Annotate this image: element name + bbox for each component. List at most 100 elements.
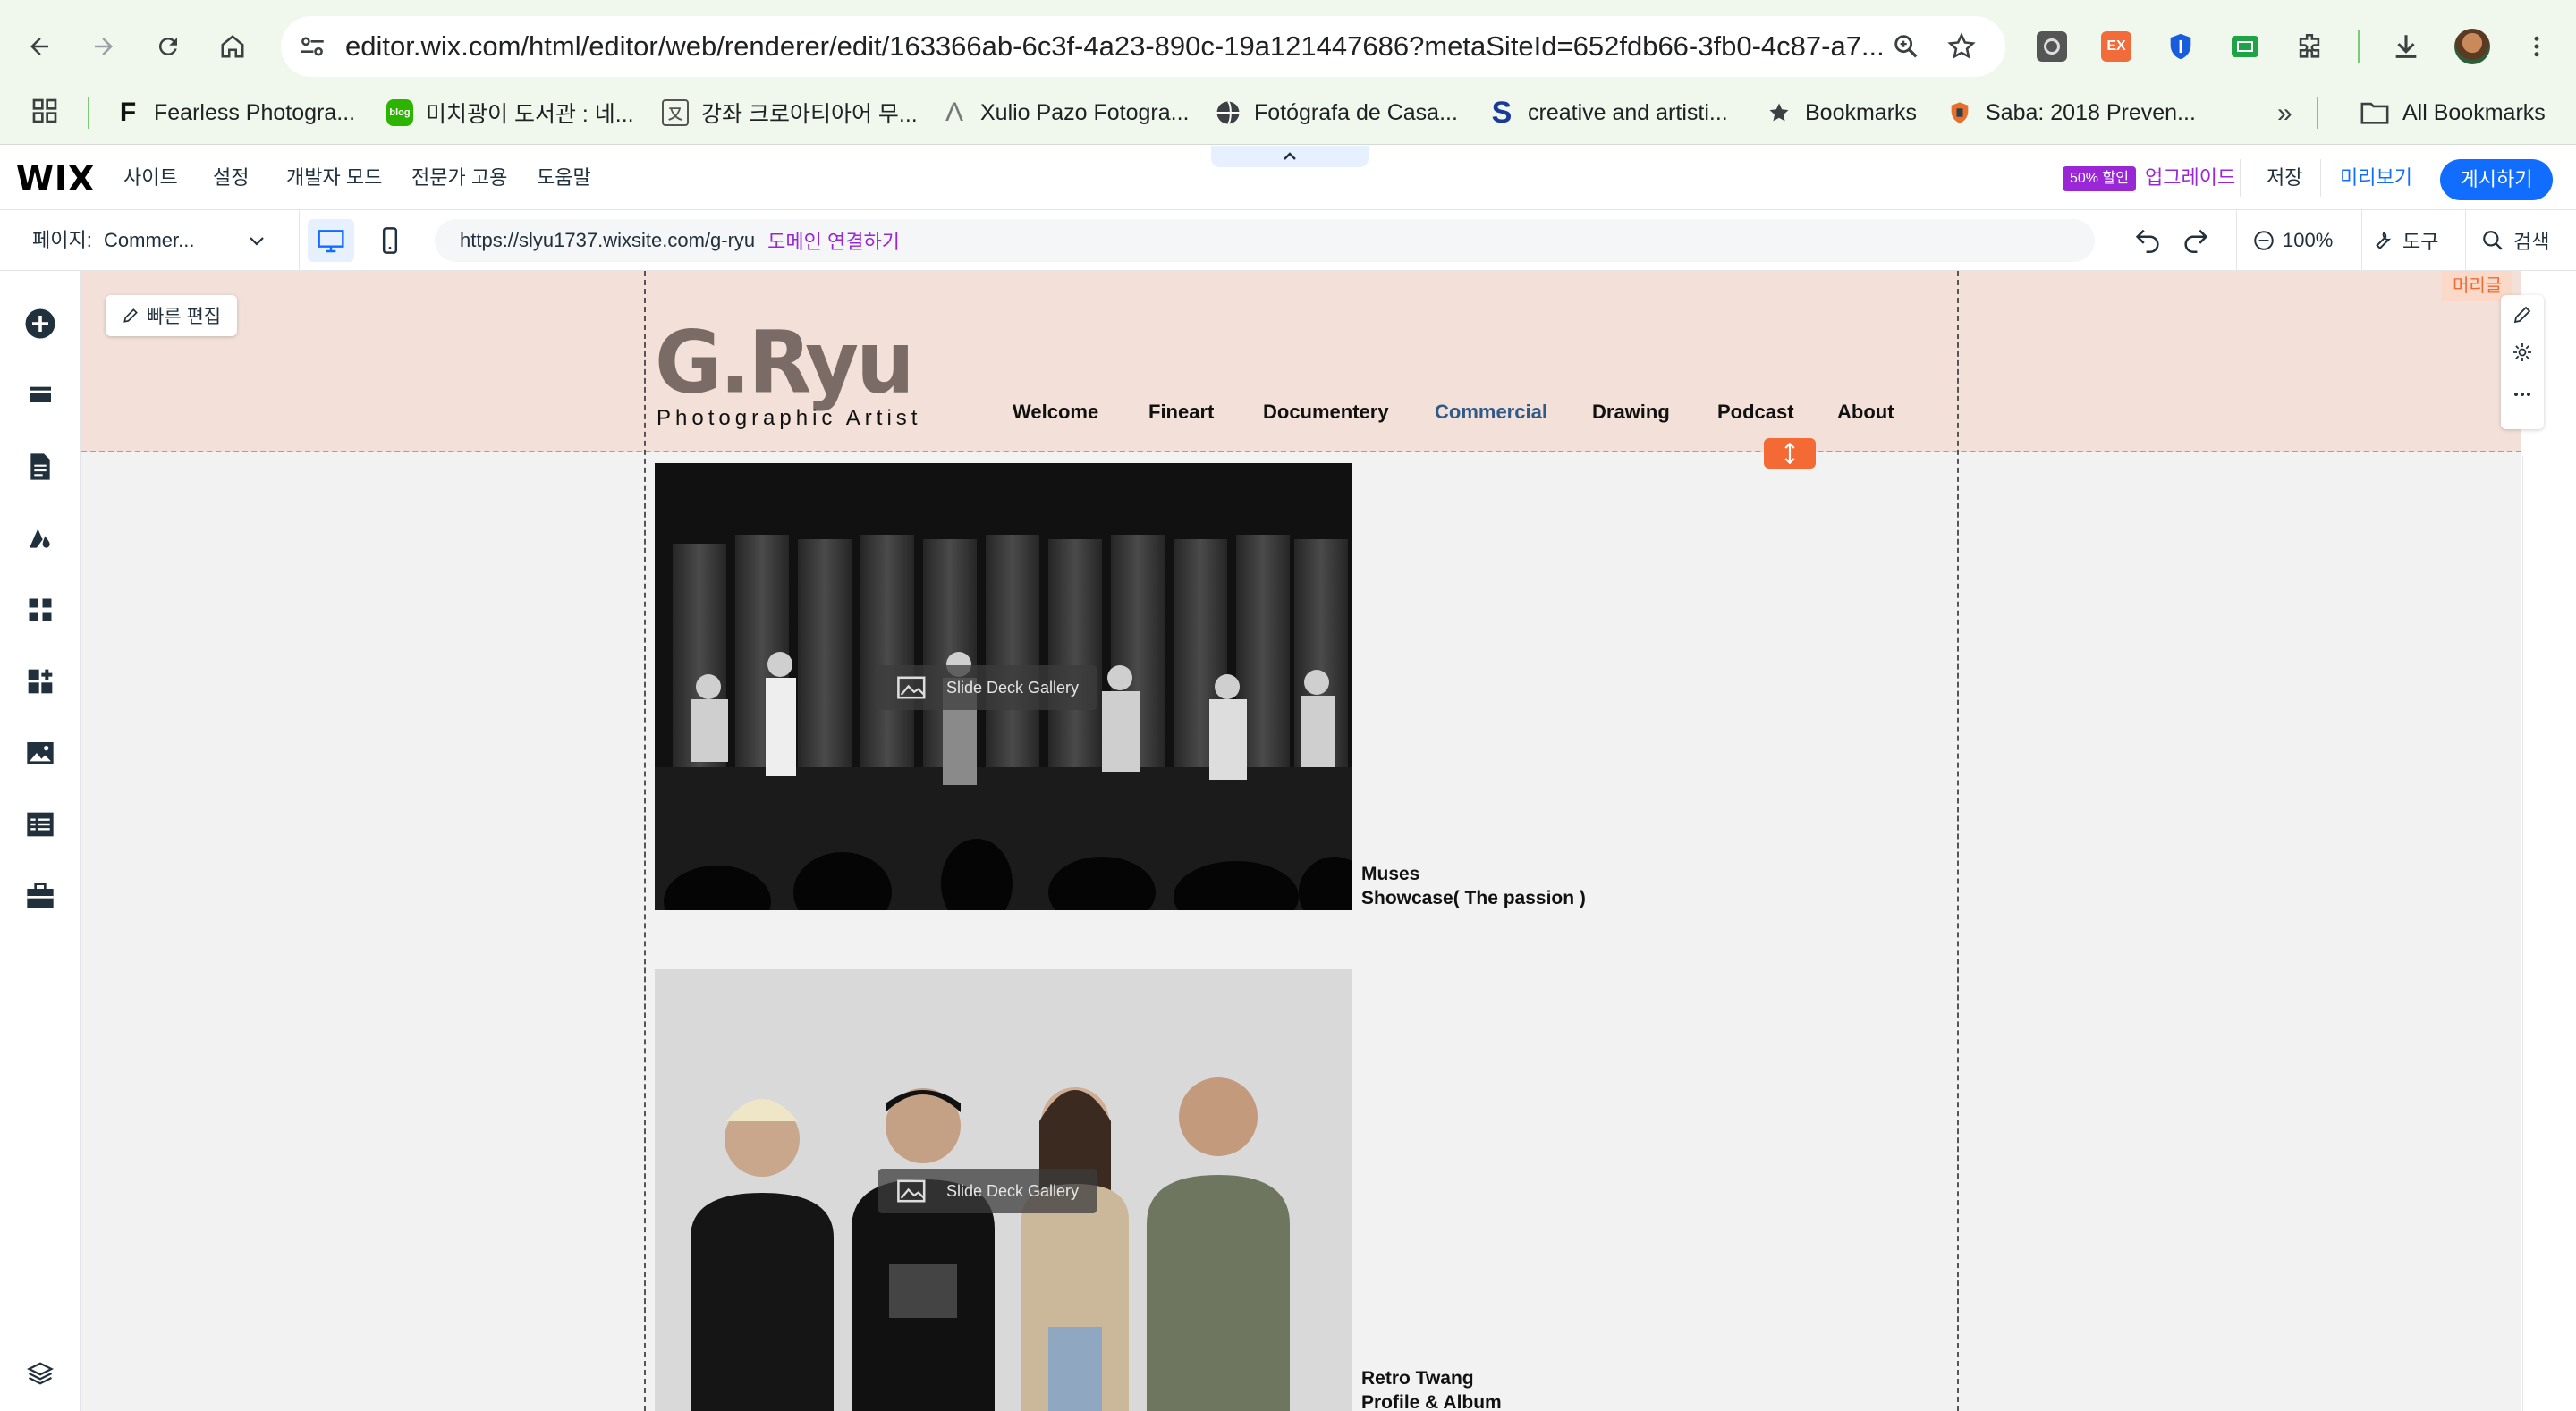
settings-gear-icon[interactable] bbox=[2512, 342, 2533, 363]
desktop-icon bbox=[318, 230, 344, 253]
cms-icon[interactable] bbox=[22, 807, 58, 842]
search-button[interactable]: 검색 bbox=[2481, 210, 2549, 271]
folder-icon bbox=[2360, 99, 2390, 126]
address-bar[interactable]: editor.wix.com/html/editor/web/renderer/… bbox=[281, 16, 2005, 77]
bookmark-4[interactable]: Fotógrafa de Casa... bbox=[1215, 93, 1458, 132]
nav-fineart[interactable]: Fineart bbox=[1148, 398, 1214, 427]
pages-icon[interactable] bbox=[22, 449, 58, 485]
tools-button[interactable]: 도구 bbox=[2370, 210, 2438, 271]
star-bookmark-icon[interactable] bbox=[1946, 31, 1977, 62]
slide-deck-gallery-chip[interactable]: Slide Deck Gallery bbox=[878, 665, 1097, 710]
business-apps-icon[interactable] bbox=[22, 663, 58, 699]
home-icon bbox=[221, 35, 244, 58]
zoom-lens-icon[interactable] bbox=[1891, 31, 1921, 62]
quick-edit-button[interactable]: 빠른 편집 bbox=[106, 295, 238, 336]
home-button[interactable] bbox=[209, 23, 256, 70]
forward-button[interactable] bbox=[80, 23, 127, 70]
profile-avatar-icon[interactable] bbox=[2449, 23, 2496, 70]
content-guide-left bbox=[644, 271, 646, 1411]
extension-1-icon[interactable] bbox=[2029, 23, 2075, 70]
section-resize-handle[interactable] bbox=[1764, 438, 1816, 469]
bookmark-5[interactable]: S creative and artisti... bbox=[1488, 93, 1728, 132]
extensions-puzzle-icon[interactable] bbox=[2286, 23, 2333, 70]
undo-icon[interactable] bbox=[2132, 225, 2163, 256]
preview-button[interactable]: 미리보기 bbox=[2340, 146, 2412, 210]
sub-divider bbox=[2465, 210, 2466, 271]
site-logo[interactable]: G.Ryu bbox=[655, 316, 915, 410]
password-manager-icon[interactable] bbox=[2157, 23, 2204, 70]
bookmark-7[interactable]: Saba: 2018 Preven... bbox=[1946, 93, 2196, 132]
item-1-subtitle[interactable]: Showcase( The passion ) bbox=[1361, 886, 1586, 910]
site-info-icon[interactable] bbox=[297, 31, 327, 62]
bookmark-1[interactable]: blog 미치광이 도서관 : 네... bbox=[386, 93, 634, 132]
menu-hire-expert[interactable]: 전문가 고용 bbox=[411, 146, 507, 210]
slide-deck-gallery-chip[interactable]: Slide Deck Gallery bbox=[878, 1169, 1097, 1213]
save-button[interactable]: 저장 bbox=[2267, 146, 2302, 210]
nav-drawing[interactable]: Drawing bbox=[1592, 398, 1670, 427]
gallery-label: Slide Deck Gallery bbox=[946, 678, 1080, 697]
page-label: 페이지: bbox=[32, 229, 92, 251]
reload-button[interactable] bbox=[145, 23, 191, 70]
top-divider bbox=[2320, 159, 2321, 197]
back-button[interactable] bbox=[16, 23, 63, 70]
nav-documentery[interactable]: Documentery bbox=[1263, 398, 1389, 427]
connect-domain-link[interactable]: 도메인 연결하기 bbox=[767, 226, 900, 255]
zoom-control[interactable]: 100% bbox=[2252, 210, 2333, 271]
edit-pencil-icon[interactable] bbox=[2512, 304, 2533, 325]
nav-commercial[interactable]: Commercial bbox=[1435, 398, 1547, 427]
menu-site[interactable]: 사이트 bbox=[123, 146, 178, 210]
add-elements-icon[interactable] bbox=[22, 306, 58, 342]
bookmark-6[interactable]: Bookmarks bbox=[1766, 93, 1917, 132]
browser-menu-icon[interactable] bbox=[2513, 23, 2560, 70]
nav-about[interactable]: About bbox=[1837, 398, 1894, 427]
publish-button[interactable]: 게시하기 bbox=[2440, 159, 2553, 200]
more-bookmarks-icon[interactable]: » bbox=[2277, 98, 2292, 129]
wix-logo[interactable]: WIX bbox=[16, 159, 95, 199]
portfolio-icon[interactable] bbox=[22, 878, 58, 914]
wrench-icon bbox=[2376, 231, 2392, 250]
bookmark-divider-2 bbox=[2317, 97, 2318, 129]
all-bookmarks-folder[interactable]: All Bookmarks bbox=[2360, 93, 2546, 132]
layers-icon[interactable] bbox=[22, 1356, 58, 1391]
add-section-icon[interactable] bbox=[22, 377, 58, 413]
design-icon[interactable] bbox=[22, 520, 58, 556]
desktop-view-button[interactable] bbox=[308, 219, 354, 262]
green-extension-icon[interactable] bbox=[2222, 23, 2268, 70]
item-1-title[interactable]: Muses bbox=[1361, 862, 1419, 886]
apps-grid-icon[interactable] bbox=[30, 97, 59, 125]
bookmark-0[interactable]: F Fearless Photogra... bbox=[114, 93, 355, 132]
apps-icon[interactable] bbox=[22, 592, 58, 628]
vertical-arrows-icon bbox=[1784, 443, 1795, 464]
url-text[interactable]: editor.wix.com/html/editor/web/renderer/… bbox=[345, 16, 1884, 77]
blog-icon: blog bbox=[386, 99, 413, 126]
collapse-toolbar-handle[interactable] bbox=[1211, 146, 1368, 167]
letter-f-icon: F bbox=[119, 97, 137, 127]
bookmark-3[interactable]: Λ Xulio Pazo Fotogra... bbox=[941, 93, 1190, 132]
lambda-icon: Λ bbox=[945, 97, 964, 127]
more-options-icon[interactable] bbox=[2512, 390, 2533, 399]
download-icon[interactable] bbox=[2383, 23, 2429, 70]
menu-settings[interactable]: 설정 bbox=[213, 146, 249, 210]
promo-badge[interactable]: 50% 할인 bbox=[2063, 166, 2136, 191]
menu-dev-mode[interactable]: 개발자 모드 bbox=[286, 146, 382, 210]
quick-edit-label: 빠른 편집 bbox=[147, 307, 222, 327]
pencil-icon bbox=[123, 308, 138, 323]
ex-extension-icon[interactable]: EX bbox=[2093, 23, 2140, 70]
mobile-icon bbox=[382, 227, 398, 254]
page-selector[interactable]: Commer... bbox=[95, 210, 274, 271]
site-tagline[interactable]: Photographic Artist bbox=[657, 406, 921, 431]
item-2-subtitle[interactable]: Profile & Album bbox=[1361, 1390, 1502, 1411]
item-2-title[interactable]: Retro Twang bbox=[1361, 1366, 1474, 1390]
media-icon[interactable] bbox=[22, 735, 58, 771]
sub-divider bbox=[2236, 210, 2237, 271]
sub-divider bbox=[2361, 210, 2362, 271]
upgrade-link[interactable]: 업그레이드 bbox=[2145, 146, 2235, 210]
bookmark-2[interactable]: 又 강좌 크로아티아어 무... bbox=[662, 93, 918, 132]
toolbar-divider bbox=[2358, 30, 2360, 63]
nav-welcome[interactable]: Welcome bbox=[1013, 398, 1098, 427]
nav-podcast[interactable]: Podcast bbox=[1717, 398, 1794, 427]
menu-help[interactable]: 도움말 bbox=[537, 146, 591, 210]
site-url-bar[interactable]: https://slyu1737.wixsite.com/g-ryu 도메인 연… bbox=[435, 219, 2095, 262]
redo-icon[interactable] bbox=[2181, 225, 2211, 256]
mobile-view-button[interactable] bbox=[367, 219, 413, 262]
